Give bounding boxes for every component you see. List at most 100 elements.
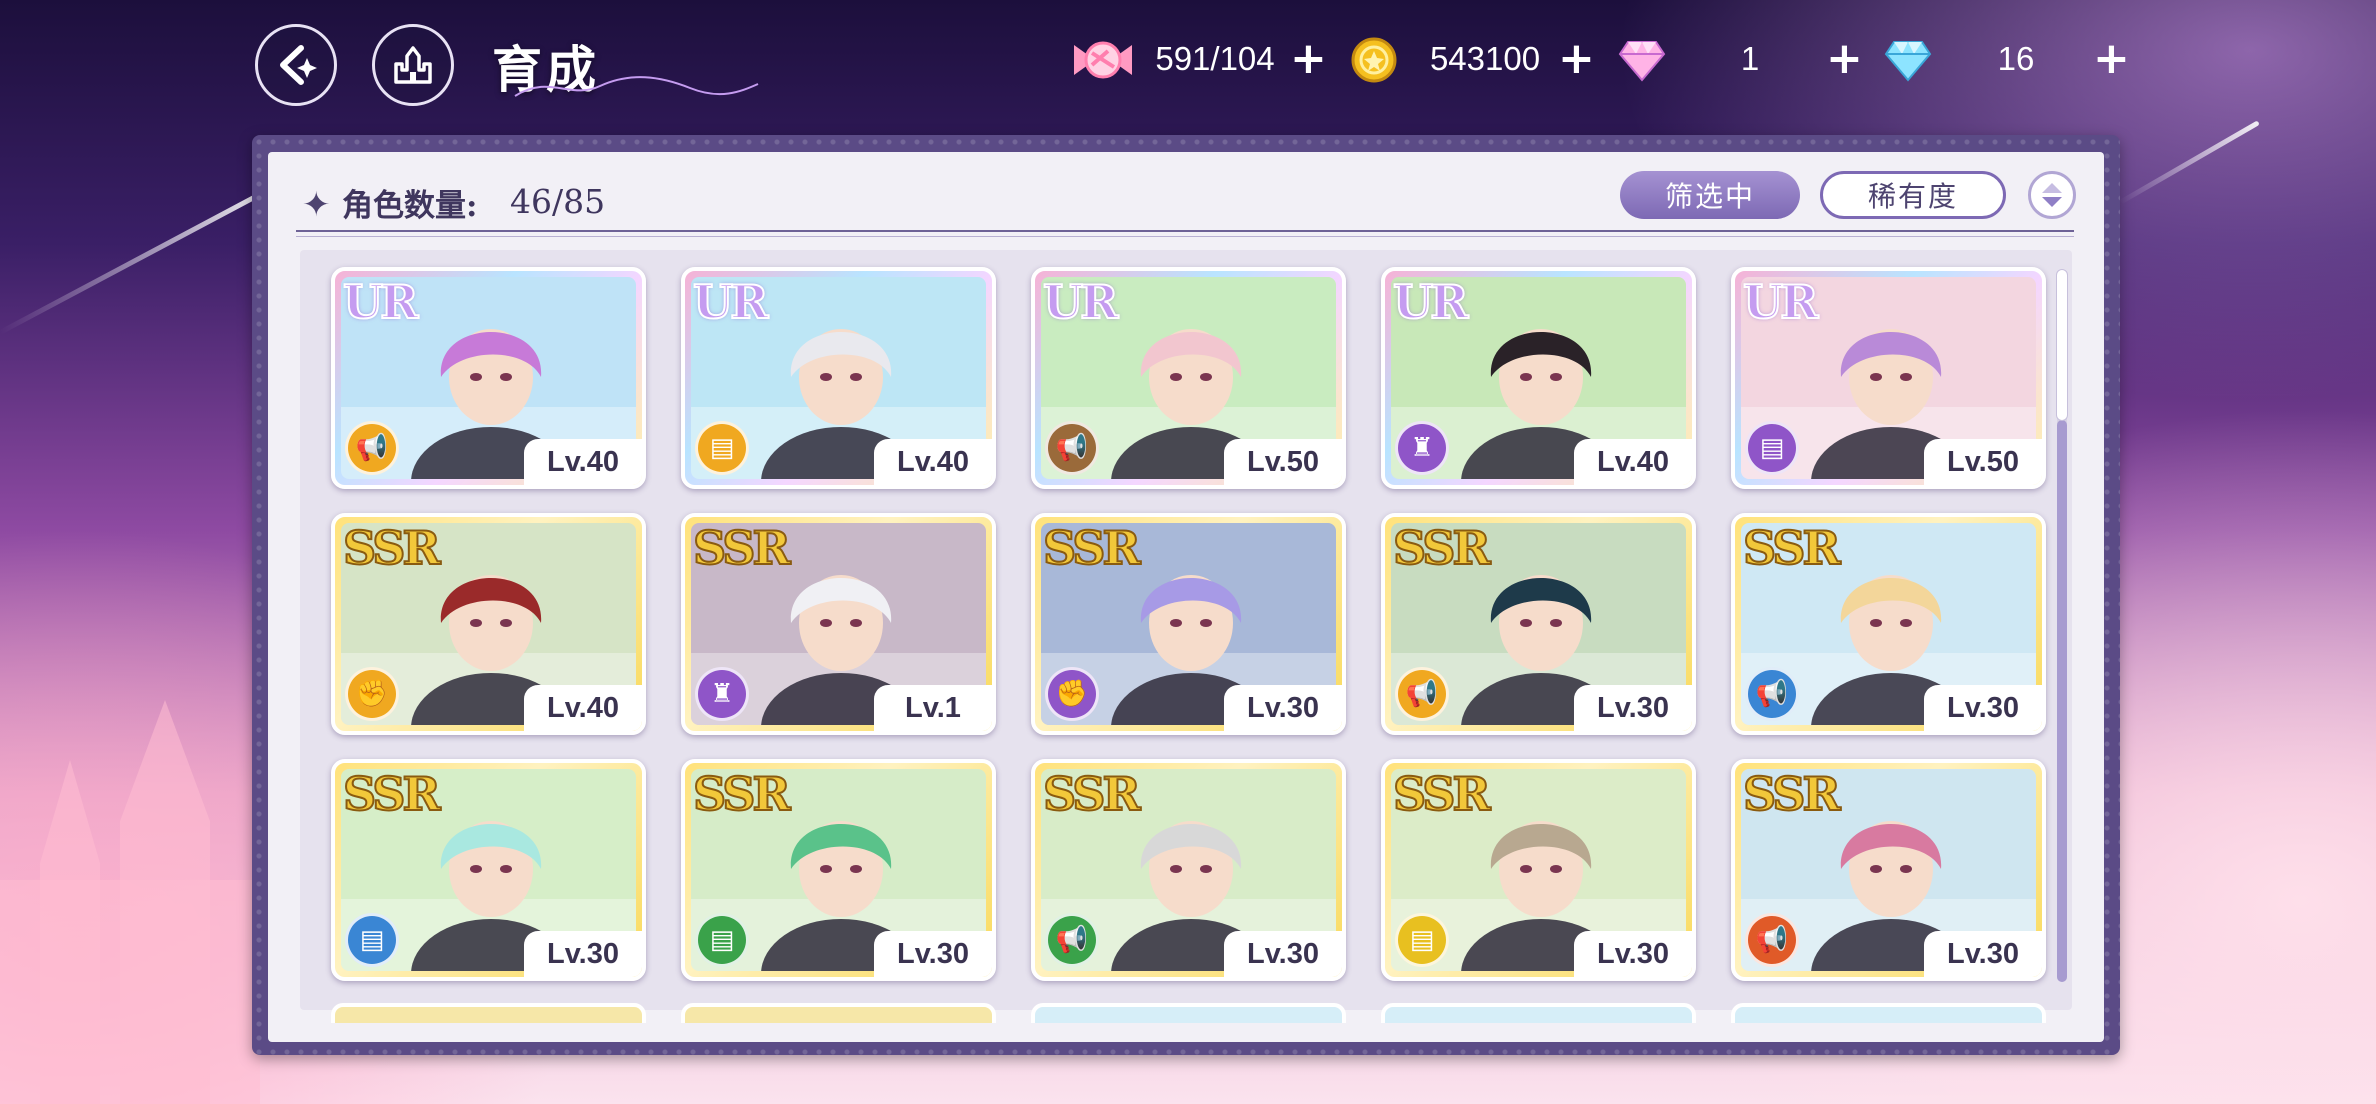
filter-button[interactable]: 筛选中 [1620, 171, 1800, 219]
sort-order-icon [2042, 183, 2062, 207]
character-card[interactable]: UR ▤ Lv.40 [681, 267, 996, 489]
rarity-badge: UR [1392, 274, 1469, 330]
rarity-badge: SSR [1392, 520, 1492, 576]
level-label: Lv.40 [874, 439, 992, 485]
boot-icon: ♜ [1395, 421, 1449, 475]
level-label: Lv.30 [1924, 685, 2042, 731]
rarity-badge: UR [1742, 274, 1819, 330]
rarity-badge: SSR [692, 520, 792, 576]
level-label: Lv.40 [524, 439, 642, 485]
home-button[interactable] [372, 24, 454, 106]
character-card[interactable]: UR ♜ Lv.40 [1381, 267, 1696, 489]
rarity-badge: SSR [692, 766, 792, 822]
level-label: Lv.30 [1574, 931, 1692, 977]
add-blue-diamond-button[interactable]: + [2093, 37, 2130, 81]
rarity-badge: SSR [1742, 766, 1842, 822]
card-icon: ▤ [345, 913, 399, 967]
resource-blue-diamond [1884, 32, 1932, 88]
level-label: Lv.30 [1224, 931, 1342, 977]
scrollbar-rail [2057, 420, 2067, 982]
character-card-partial[interactable] [1731, 1003, 2046, 1023]
pink-diamond-count: 1 [1740, 40, 1760, 77]
level-label: Lv.30 [1924, 931, 2042, 977]
candy-count: 591/104 [1155, 40, 1275, 77]
fist-icon: ✊ [345, 667, 399, 721]
character-card-partial[interactable] [681, 1003, 996, 1023]
boot-icon: ♜ [695, 667, 749, 721]
level-label: Lv.1 [874, 685, 992, 731]
title-flourish [514, 76, 759, 97]
rarity-badge: SSR [1742, 520, 1842, 576]
character-card[interactable]: SSR ▤ Lv.30 [1381, 759, 1696, 981]
back-arrow-icon [280, 45, 317, 85]
character-card[interactable]: SSR 📢 Lv.30 [1731, 759, 2046, 981]
character-card-partial[interactable] [1381, 1003, 1696, 1023]
level-label: Lv.50 [1224, 439, 1342, 485]
character-count-value: 46/85 [510, 182, 606, 221]
character-card[interactable]: UR 📢 Lv.40 [331, 267, 646, 489]
add-candy-button[interactable]: + [1290, 37, 1327, 81]
sparkle-icon: ✦ [302, 185, 331, 225]
sort-rarity-button[interactable]: 稀有度 [1820, 171, 2006, 219]
pink-diamond-icon [1618, 41, 1666, 82]
back-button[interactable] [255, 24, 337, 106]
shooting-star [0, 189, 267, 335]
header-divider [296, 236, 2074, 237]
megaphone-icon: 📢 [1745, 667, 1799, 721]
character-card-partial[interactable] [331, 1003, 646, 1023]
character-card[interactable]: SSR 📢 Lv.30 [1031, 759, 1346, 981]
level-label: Lv.30 [1224, 685, 1342, 731]
rarity-badge: SSR [342, 766, 442, 822]
header-divider [296, 230, 2074, 232]
level-label: Lv.30 [524, 931, 642, 977]
megaphone-icon: 📢 [345, 421, 399, 475]
megaphone-icon: 📢 [1395, 667, 1449, 721]
card-icon: ▤ [695, 913, 749, 967]
character-card[interactable]: UR ▤ Lv.50 [1731, 267, 2046, 489]
character-card[interactable]: SSR 📢 Lv.30 [1731, 513, 2046, 735]
rarity-badge: SSR [1042, 766, 1142, 822]
rarity-badge: UR [342, 274, 419, 330]
rarity-badge: UR [1042, 274, 1119, 330]
card-icon: ▤ [695, 421, 749, 475]
castle-icon [394, 46, 432, 84]
gold-count: 543100 [1429, 40, 1541, 77]
level-label: Lv.30 [1574, 685, 1692, 731]
blue-diamond-count: 16 [1997, 40, 2035, 77]
character-card[interactable]: SSR 📢 Lv.30 [1381, 513, 1696, 735]
level-label: Lv.30 [874, 931, 992, 977]
candy-icon [1074, 41, 1132, 79]
card-icon: ▤ [1395, 913, 1449, 967]
character-card-partial[interactable] [1031, 1003, 1346, 1023]
character-card[interactable]: SSR ▤ Lv.30 [331, 759, 646, 981]
resource-pink-diamond [1618, 32, 1666, 88]
shooting-star [2118, 120, 2260, 205]
scrollbar-thumb[interactable] [2057, 270, 2067, 420]
megaphone-icon: 📢 [1045, 421, 1099, 475]
blue-diamond-icon [1884, 41, 1932, 82]
add-pink-diamond-button[interactable]: + [1826, 37, 1863, 81]
character-card[interactable]: SSR ♜ Lv.1 [681, 513, 996, 735]
megaphone-icon: 📢 [1045, 913, 1099, 967]
level-label: Lv.40 [1574, 439, 1692, 485]
character-card[interactable]: UR 📢 Lv.50 [1031, 267, 1346, 489]
sort-order-button[interactable] [2028, 171, 2076, 219]
character-card[interactable]: SSR ✊ Lv.30 [1031, 513, 1346, 735]
character-card[interactable]: SSR ✊ Lv.40 [331, 513, 646, 735]
megaphone-icon: 📢 [1745, 913, 1799, 967]
rarity-badge: SSR [1042, 520, 1142, 576]
resource-candy [1072, 32, 1134, 88]
rarity-badge: SSR [1392, 766, 1492, 822]
rarity-badge: SSR [342, 520, 442, 576]
fist-icon: ✊ [1045, 667, 1099, 721]
gold-coin-icon [1351, 37, 1397, 83]
level-label: Lv.40 [524, 685, 642, 731]
add-gold-button[interactable]: + [1558, 37, 1595, 81]
castle-silhouette [0, 880, 260, 1104]
level-label: Lv.50 [1924, 439, 2042, 485]
resource-gold [1350, 32, 1398, 88]
card-icon: ▤ [1745, 421, 1799, 475]
character-count-label: 角色数量: [342, 188, 478, 224]
character-card[interactable]: SSR ▤ Lv.30 [681, 759, 996, 981]
rarity-badge: UR [692, 274, 769, 330]
